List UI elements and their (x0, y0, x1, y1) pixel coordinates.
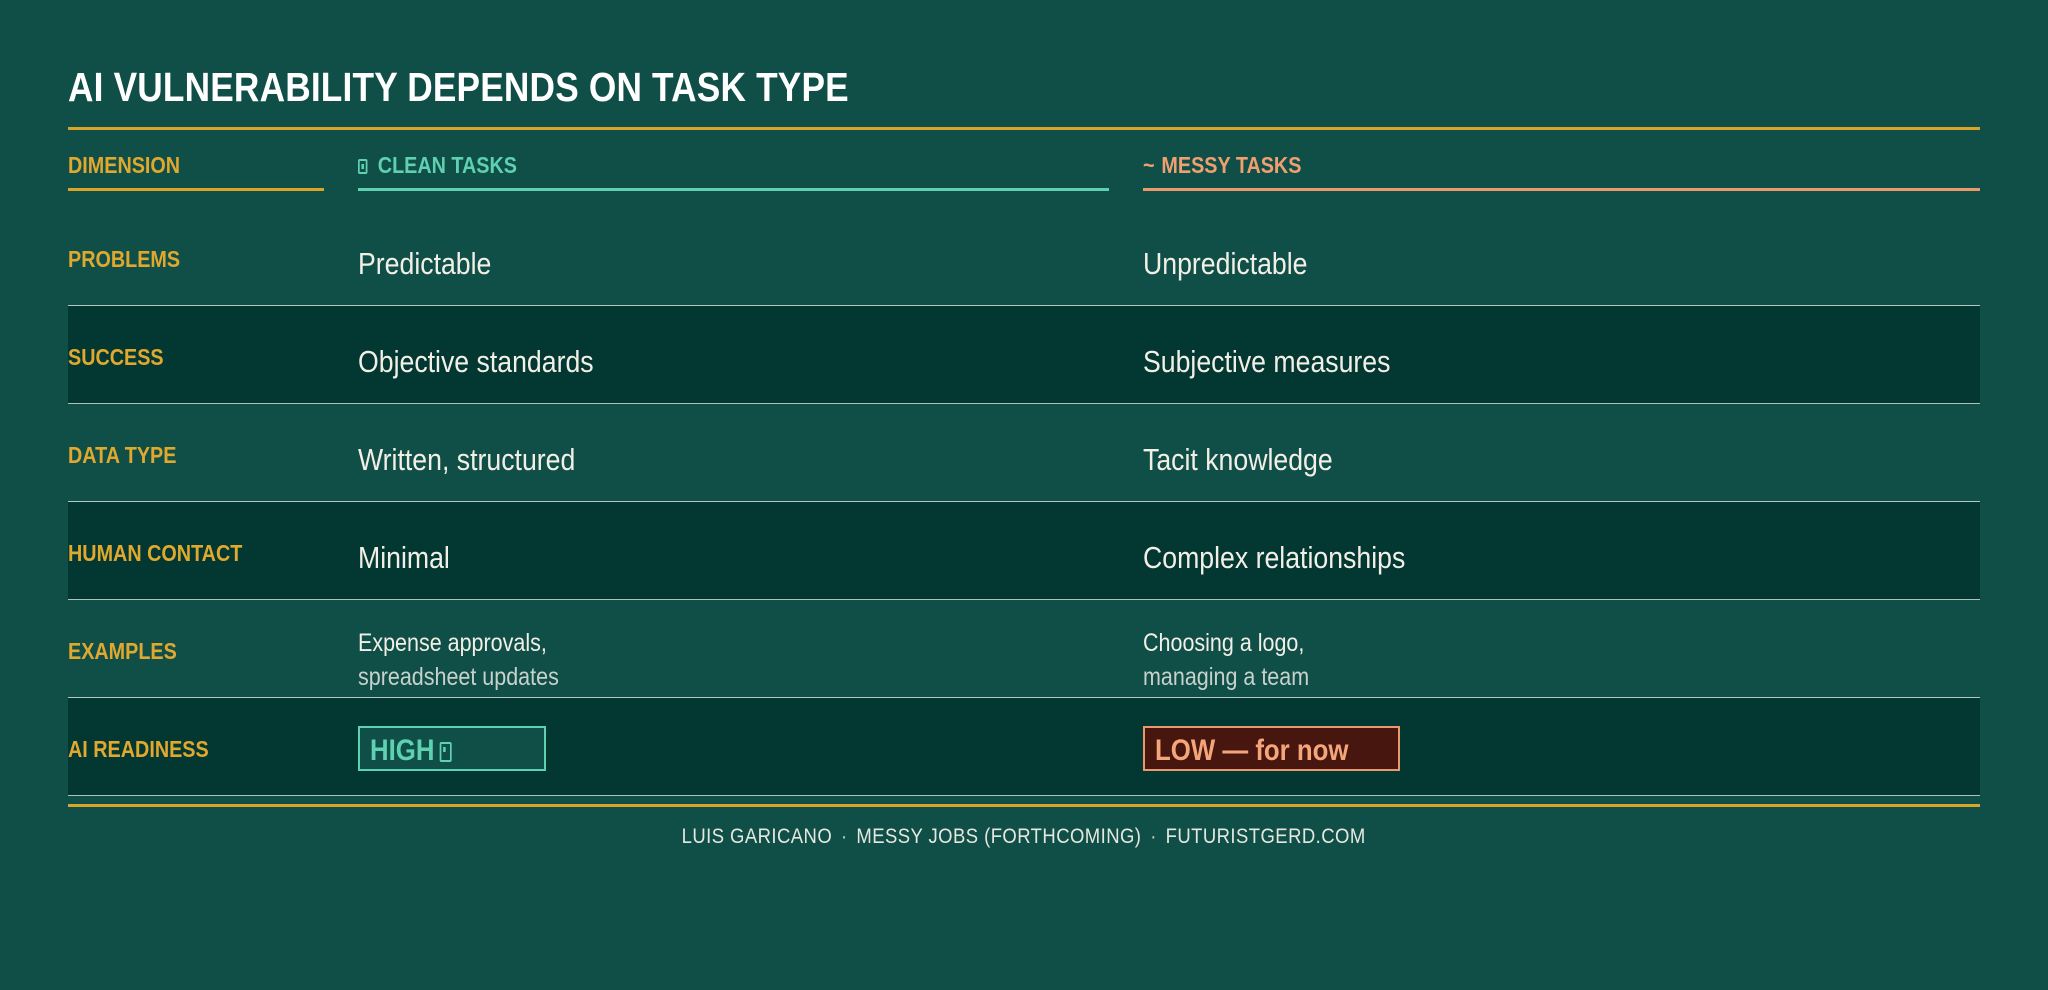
header-clean-tasks: CLEAN TASKS (358, 152, 1109, 192)
badge-high-label: HIGH (370, 734, 435, 767)
table-row-success: SUCCESS Objective standards Subjective m… (68, 306, 1980, 404)
example-line: spreadsheet updates (358, 663, 559, 691)
page-title: AI VULNERABILITY DEPENDS ON TASK TYPE (68, 64, 849, 110)
square-check-icon (358, 159, 368, 174)
header-clean-underline (358, 188, 1109, 191)
example-line: Expense approvals, (358, 629, 547, 657)
header-messy-label: MESSY TASKS (1161, 152, 1302, 178)
table-row-problems: PROBLEMS Predictable Unpredictable (68, 208, 1980, 306)
clean-cell: Predictable (358, 246, 492, 281)
tilde-icon: ~ (1143, 152, 1155, 178)
footer-author: LUIS GARICANO (681, 825, 833, 848)
row-dimension-label: SUCCESS (68, 344, 164, 370)
footer-credits: LUIS GARICANO · MESSY JOBS (FORTHCOMING) · F… (68, 825, 1980, 849)
example-line: managing a team (1143, 663, 1310, 691)
readiness-badge-high: HIGH (358, 726, 546, 771)
row-dimension-label: HUMAN CONTACT (68, 540, 243, 566)
footer-site: FUTURISTGERD.COM (1165, 825, 1367, 848)
example-line: Choosing a logo, (1143, 629, 1305, 657)
table-row-data-type: DATA TYPE Written, structured Tacit know… (68, 404, 1980, 502)
header-dimension: DIMENSION (68, 152, 324, 192)
table-row-human-contact: HUMAN CONTACT Minimal Complex relationsh… (68, 502, 1980, 600)
footer-separator: · (1150, 825, 1158, 848)
footer-source: MESSY JOBS (FORTHCOMING) (856, 825, 1142, 848)
messy-cell: Complex relationships (1143, 540, 1406, 575)
clean-cell: Minimal (358, 540, 450, 575)
header-messy-tasks: ~ MESSY TASKS (1143, 152, 1980, 192)
header-dimension-underline (68, 188, 324, 191)
row-dimension-label: DATA TYPE (68, 442, 177, 468)
square-check-icon (439, 742, 452, 762)
messy-cell: Tacit knowledge (1143, 442, 1333, 477)
row-dimension-label: EXAMPLES (68, 638, 177, 664)
header-dimension-label: DIMENSION (68, 152, 181, 178)
messy-cell: Choosing a logo, managing a team (1143, 626, 1309, 694)
header-clean-label: CLEAN TASKS (377, 152, 517, 178)
footer-separator: · (841, 825, 848, 848)
readiness-badge-low: LOW — for now (1143, 726, 1400, 771)
bottom-divider (68, 804, 1980, 807)
row-dimension-label: AI READINESS (68, 736, 209, 762)
badge-low-label: LOW — for now (1155, 734, 1349, 767)
messy-cell: Unpredictable (1143, 246, 1308, 281)
clean-cell: Expense approvals, spreadsheet updates (358, 626, 559, 694)
table-row-examples: EXAMPLES Expense approvals, spreadsheet … (68, 600, 1980, 698)
clean-cell: Written, structured (358, 442, 576, 477)
clean-cell: Objective standards (358, 344, 594, 379)
row-dimension-label: PROBLEMS (68, 246, 181, 272)
table-row-ai-readiness: AI READINESS HIGH LOW — for now (68, 698, 1980, 796)
header-messy-underline (1143, 188, 1980, 191)
messy-cell: Subjective measures (1143, 344, 1391, 379)
top-divider (68, 127, 1980, 130)
